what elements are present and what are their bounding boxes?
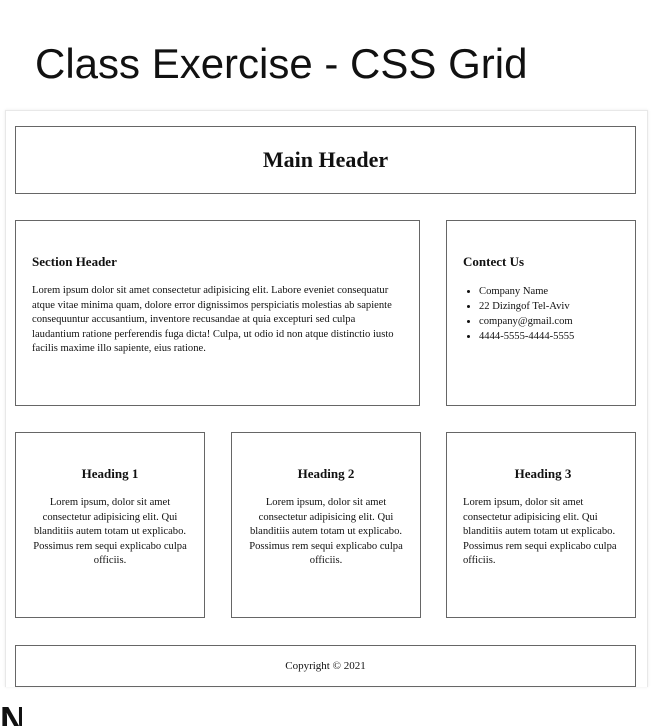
card-2-text: Lorem ipsum, dolor sit amet consectetur … (249, 497, 403, 566)
contact-item-email: company@gmail.com (479, 314, 619, 329)
card-1-heading: Heading 1 (81, 466, 139, 481)
main-header-box: Main Header (15, 126, 636, 194)
card-2-heading: Heading 2 (297, 466, 355, 481)
section-heading: Section Header (32, 254, 117, 269)
card-1: Heading 1 Lorem ipsum, dolor sit amet co… (15, 432, 205, 618)
card-1-text: Lorem ipsum, dolor sit amet consectetur … (33, 497, 187, 566)
card-2: Heading 2 Lorem ipsum, dolor sit amet co… (231, 432, 421, 618)
contact-box: Contect Us Company Name 22 Dizingof Tel-… (446, 220, 636, 406)
slide-title: Class Exercise - CSS Grid (35, 40, 528, 87)
contact-item-address: 22 Dizingof Tel-Aviv (479, 299, 619, 314)
section-box: Section Header Lorem ipsum dolor sit ame… (15, 220, 420, 406)
card-3-text: Lorem ipsum, dolor sit amet consectetur … (463, 497, 617, 566)
page-screenshot: Main Header Section Header Lorem ipsum d… (5, 110, 648, 687)
main-header-title: Main Header (262, 147, 389, 172)
footer-copyright: Copyright © 2021 (285, 660, 366, 672)
cut-off-text: N (0, 700, 22, 726)
contact-item-company: Company Name (479, 284, 619, 299)
contact-list: Company Name 22 Dizingof Tel-Aviv compan… (463, 284, 619, 344)
section-text: Lorem ipsum dolor sit amet consectetur a… (32, 285, 394, 354)
footer-box: Copyright © 2021 (15, 645, 636, 687)
card-3: Heading 3 Lorem ipsum, dolor sit amet co… (446, 432, 636, 618)
contact-item-phone: 4444-5555-4444-5555 (479, 329, 619, 344)
contact-heading: Contect Us (463, 254, 525, 269)
card-3-heading: Heading 3 (514, 466, 572, 481)
